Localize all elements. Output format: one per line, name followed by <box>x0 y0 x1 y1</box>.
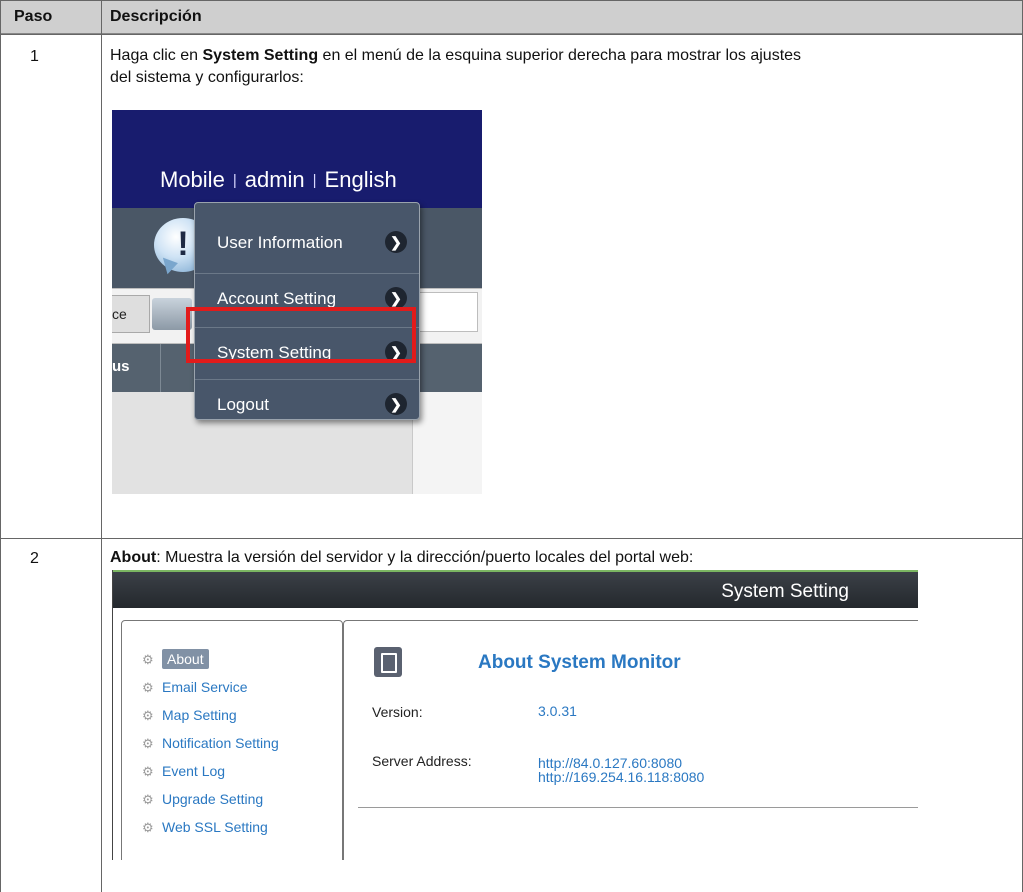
about-panel: About System Monitor Version: 3.0.31 Ser… <box>343 620 918 860</box>
header-step: Paso <box>14 8 53 25</box>
table-header-rule <box>0 34 1023 35</box>
chevron-right-icon: ❯ <box>385 287 407 309</box>
column-divider <box>160 344 161 392</box>
table-column-divider <box>101 0 102 892</box>
server-address-label: Server Address: <box>372 753 472 769</box>
sidebar-item-notification-setting[interactable]: ⚙ Notification Setting <box>142 735 279 755</box>
document-icon <box>374 647 402 677</box>
app-header-bar <box>112 110 482 208</box>
sidebar-item-map-setting[interactable]: ⚙ Map Setting <box>142 707 237 727</box>
table-border-left <box>0 0 1 892</box>
chevron-right-icon: ❯ <box>385 231 407 253</box>
mobile-link[interactable]: Mobile <box>160 167 225 192</box>
screenshot-system-setting: System Setting ⚙ About ⚙ Email Service ⚙ Ma… <box>112 570 918 860</box>
gear-icon: ⚙ <box>142 708 154 723</box>
gear-icon: ⚙ <box>142 736 154 751</box>
step-2-description: About: Muestra la versión del servidor y… <box>110 549 694 566</box>
gear-icon: ⚙ <box>142 792 154 807</box>
menu-item-logout[interactable]: Logout ❯ <box>195 379 419 419</box>
header-links: Mobile | admin | English <box>160 167 397 192</box>
window-title: System Setting <box>721 581 849 602</box>
settings-sidebar: ⚙ About ⚙ Email Service ⚙ Map Setting ⚙ Noti… <box>121 620 343 860</box>
chevron-right-icon: ❯ <box>385 393 407 415</box>
window-title-bar: System Setting <box>113 570 918 608</box>
table-border-top <box>0 0 1023 1</box>
version-label: Version: <box>372 704 423 720</box>
admin-link[interactable]: admin <box>245 167 305 192</box>
sidebar-item-email-service[interactable]: ⚙ Email Service <box>142 679 248 699</box>
gear-icon: ⚙ <box>142 820 154 835</box>
screenshot-user-menu: Mobile | admin | English ! ce us User Inform… <box>112 110 482 494</box>
sidebar-item-upgrade-setting[interactable]: ⚙ Upgrade Setting <box>142 791 263 811</box>
system-setting-highlight-box <box>186 307 416 363</box>
header-description: Descripción <box>110 8 202 25</box>
gear-icon: ⚙ <box>142 652 154 667</box>
version-value: 3.0.31 <box>538 703 577 719</box>
about-term: About <box>110 549 157 566</box>
english-link[interactable]: English <box>325 167 397 192</box>
step-number-1: 1 <box>30 48 39 65</box>
search-input[interactable] <box>412 292 478 332</box>
step-1-description: Haga clic en System Setting en el menú d… <box>110 47 802 86</box>
step-number-2: 2 <box>30 550 39 567</box>
panel-divider <box>358 807 918 808</box>
gear-icon: ⚙ <box>142 764 154 779</box>
panel-title: About System Monitor <box>478 652 681 673</box>
service-tab[interactable]: ce <box>112 295 150 333</box>
sidebar-item-about[interactable]: ⚙ About <box>142 649 209 671</box>
sidebar-item-web-ssl-setting[interactable]: ⚙ Web SSL Setting <box>142 819 268 839</box>
server-address-2[interactable]: http://169.254.16.118:8080 <box>538 770 704 785</box>
table-row-divider <box>0 538 1023 539</box>
gear-icon: ⚙ <box>142 680 154 695</box>
status-column-header[interactable]: us <box>112 358 130 375</box>
sidebar-item-event-log[interactable]: ⚙ Event Log <box>142 763 225 783</box>
system-setting-term: System Setting <box>202 47 319 64</box>
menu-item-user-information[interactable]: User Information ❯ <box>195 217 419 269</box>
exclamation-icon: ! <box>177 225 189 263</box>
